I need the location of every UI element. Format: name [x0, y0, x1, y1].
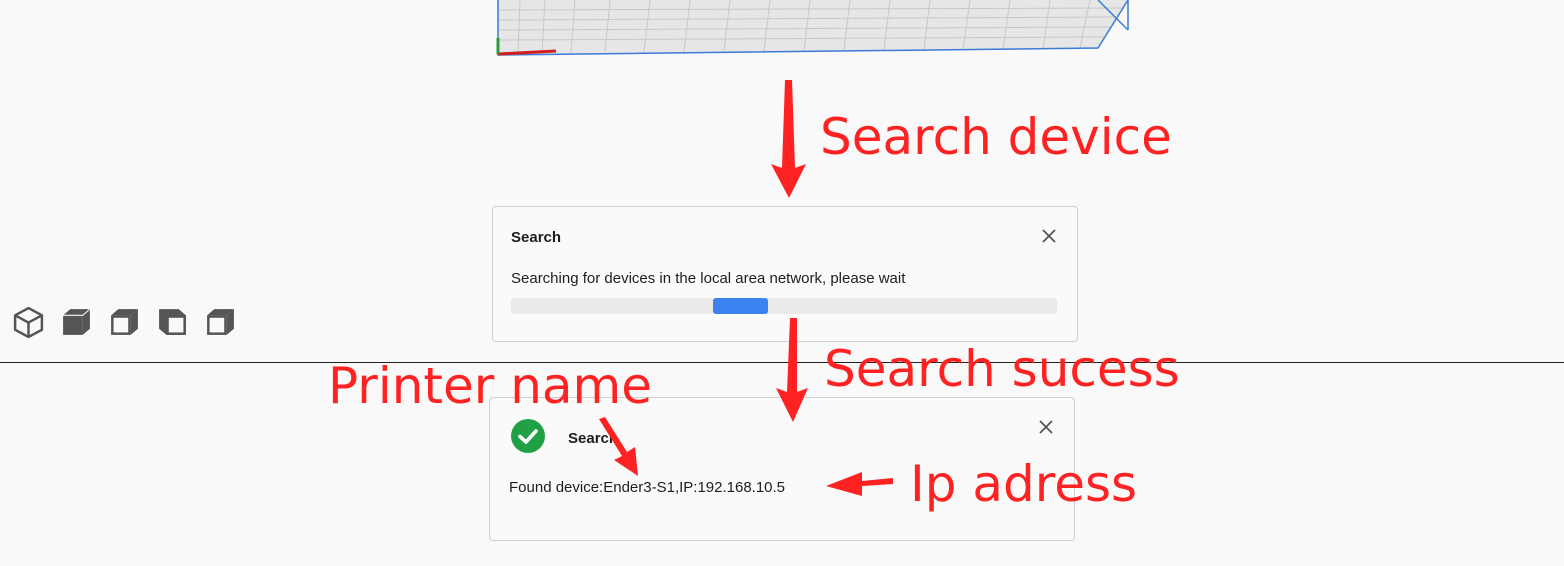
progress-bar	[511, 298, 1057, 314]
annotation-search-success: Search sucess	[824, 340, 1180, 398]
section-divider	[0, 362, 1564, 363]
arrow-down-icon	[771, 80, 806, 198]
search-dialog: Search Searching for devices in the loca…	[492, 206, 1078, 342]
close-icon[interactable]	[1041, 228, 1057, 244]
dialog-title: Search	[511, 229, 562, 246]
top-view-icon[interactable]	[156, 305, 189, 338]
dialog-title: Search	[568, 430, 619, 447]
annotation-search-device: Search device	[820, 108, 1172, 166]
dialog-message: Searching for devices in the local area …	[511, 270, 906, 287]
front-view-icon[interactable]	[60, 305, 93, 338]
found-device-message: Found device:Ender3-S1,IP:192.168.10.5	[509, 479, 786, 496]
view-toolbar	[12, 305, 237, 338]
check-circle-icon	[511, 419, 545, 453]
annotation-ip-address: Ip adress	[910, 455, 1138, 513]
close-icon[interactable]	[1038, 419, 1054, 435]
progress-indicator	[713, 298, 768, 314]
iso-view-icon[interactable]	[12, 305, 45, 338]
annotation-printer-name: Printer name	[328, 357, 653, 415]
left-view-icon[interactable]	[108, 305, 141, 338]
right-view-icon[interactable]	[204, 305, 237, 338]
build-plate	[496, 0, 1129, 56]
